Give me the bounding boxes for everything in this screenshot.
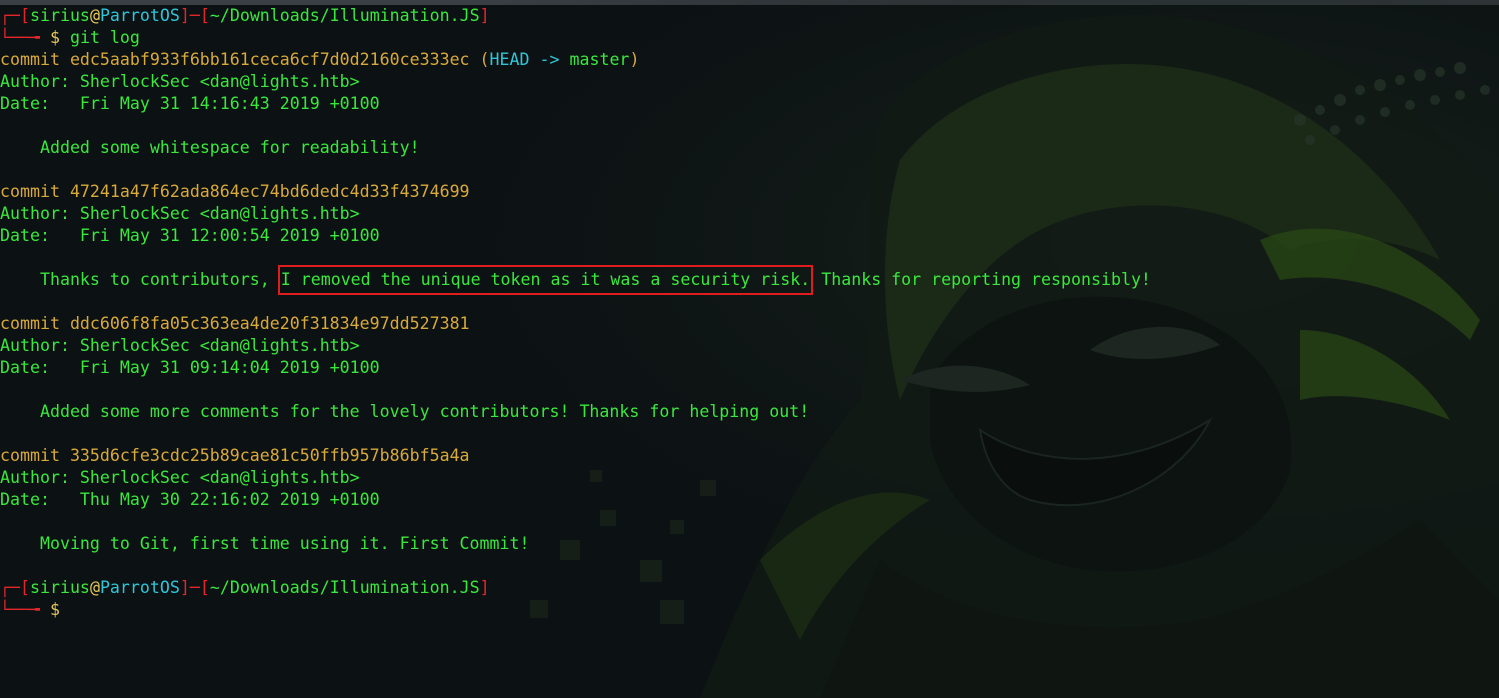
- commit-author: Author: SherlockSec <dan@lights.htb>: [0, 336, 360, 355]
- commit-author: Author: SherlockSec <dan@lights.htb>: [0, 204, 360, 223]
- prompt-corner-top: ┌─: [0, 578, 20, 597]
- prompt-host: ParrotOS: [99, 578, 180, 597]
- commit-line: commit edc5aabf933f6bb161ceca6cf7d0d2160…: [0, 49, 1499, 71]
- commit-line: commit 335d6cfe3cdc25b89cae81c50ffb957b8…: [0, 445, 1499, 467]
- terminal-output: ┌─[sirius@ParrotOS]─[~/Downloads/Illumin…: [0, 5, 1499, 621]
- ref-branch: master: [569, 50, 630, 69]
- commit-date: Date: Fri May 31 09:14:04 2019 +0100: [0, 358, 380, 377]
- prompt-corner-bottom: └──╼: [0, 28, 40, 47]
- prompt-path: ~/Downloads/Illumination.JS: [209, 578, 480, 597]
- prompt-at: @: [89, 6, 100, 25]
- prompt-bracket: [: [19, 578, 30, 597]
- commit-message-text: Thanks to contributors,: [39, 270, 280, 289]
- prompt-corner-bottom: └──╼: [0, 600, 40, 619]
- commit-message: Added some whitespace for readability!: [0, 137, 1499, 159]
- prompt-at: @: [89, 578, 100, 597]
- prompt-path: ~/Downloads/Illumination.JS: [209, 6, 480, 25]
- commit-message: Moving to Git, first time using it. Firs…: [0, 533, 1499, 555]
- prompt-corner-top: ┌─: [0, 6, 20, 25]
- commit-message-text: Thanks for reporting responsibly!: [811, 270, 1151, 289]
- commit-date: Date: Fri May 31 14:16:43 2019 +0100: [0, 94, 380, 113]
- command-line[interactable]: └──╼ $: [0, 599, 1499, 621]
- prompt-user: sirius: [29, 6, 90, 25]
- command-text: git log: [59, 28, 140, 47]
- commit-hash: 335d6cfe3cdc25b89cae81c50ffb957b86bf5a4a: [69, 446, 470, 465]
- prompt-bracket: ]: [479, 6, 490, 25]
- commit-date: Date: Fri May 31 12:00:54 2019 +0100: [0, 226, 380, 245]
- commit-author: Author: SherlockSec <dan@lights.htb>: [0, 468, 360, 487]
- commit-hash: 47241a47f62ada864ec74bd6dedc4d33f4374699: [69, 182, 470, 201]
- prompt-bracket: ]: [479, 578, 490, 597]
- commit-label: commit: [0, 50, 70, 69]
- prompt-separator: ]─[: [179, 6, 210, 25]
- commit-author: Author: SherlockSec <dan@lights.htb>: [0, 72, 360, 91]
- ref-paren: ): [629, 50, 640, 69]
- commit-date: Date: Thu May 30 22:16:02 2019 +0100: [0, 490, 380, 509]
- prompt-dollar: $: [49, 28, 60, 47]
- commit-message-text: Added some more comments for the lovely …: [39, 402, 810, 421]
- commit-line: commit ddc606f8fa05c363ea4de20f31834e97d…: [0, 313, 1499, 335]
- prompt-host: ParrotOS: [99, 6, 180, 25]
- highlighted-message-box: I removed the unique token as it was a s…: [277, 265, 814, 295]
- prompt-line: ┌─[sirius@ParrotOS]─[~/Downloads/Illumin…: [0, 5, 1499, 27]
- prompt-user: sirius: [29, 578, 90, 597]
- commit-line: commit 47241a47f62ada864ec74bd6dedc4d33f…: [0, 181, 1499, 203]
- prompt-separator: ]─[: [179, 578, 210, 597]
- command-line[interactable]: └──╼ $ git log: [0, 27, 1499, 49]
- commit-label: commit: [0, 182, 70, 201]
- commit-hash: edc5aabf933f6bb161ceca6cf7d0d2160ce333ec: [69, 50, 470, 69]
- commit-message: Added some more comments for the lovely …: [0, 401, 1499, 423]
- commit-label: commit: [0, 446, 70, 465]
- commit-message: Thanks to contributors, I removed the un…: [0, 265, 1499, 295]
- commit-label: commit: [0, 314, 70, 333]
- ref-head: HEAD ->: [489, 50, 570, 69]
- ref-paren: (: [469, 50, 490, 69]
- prompt-bracket: [: [19, 6, 30, 25]
- commit-hash: ddc606f8fa05c363ea4de20f31834e97dd527381: [69, 314, 470, 333]
- prompt-dollar: $: [49, 600, 60, 619]
- commit-message-text: Moving to Git, first time using it. Firs…: [39, 534, 530, 553]
- prompt-line: ┌─[sirius@ParrotOS]─[~/Downloads/Illumin…: [0, 577, 1499, 599]
- commit-message-text: Added some whitespace for readability!: [39, 138, 420, 157]
